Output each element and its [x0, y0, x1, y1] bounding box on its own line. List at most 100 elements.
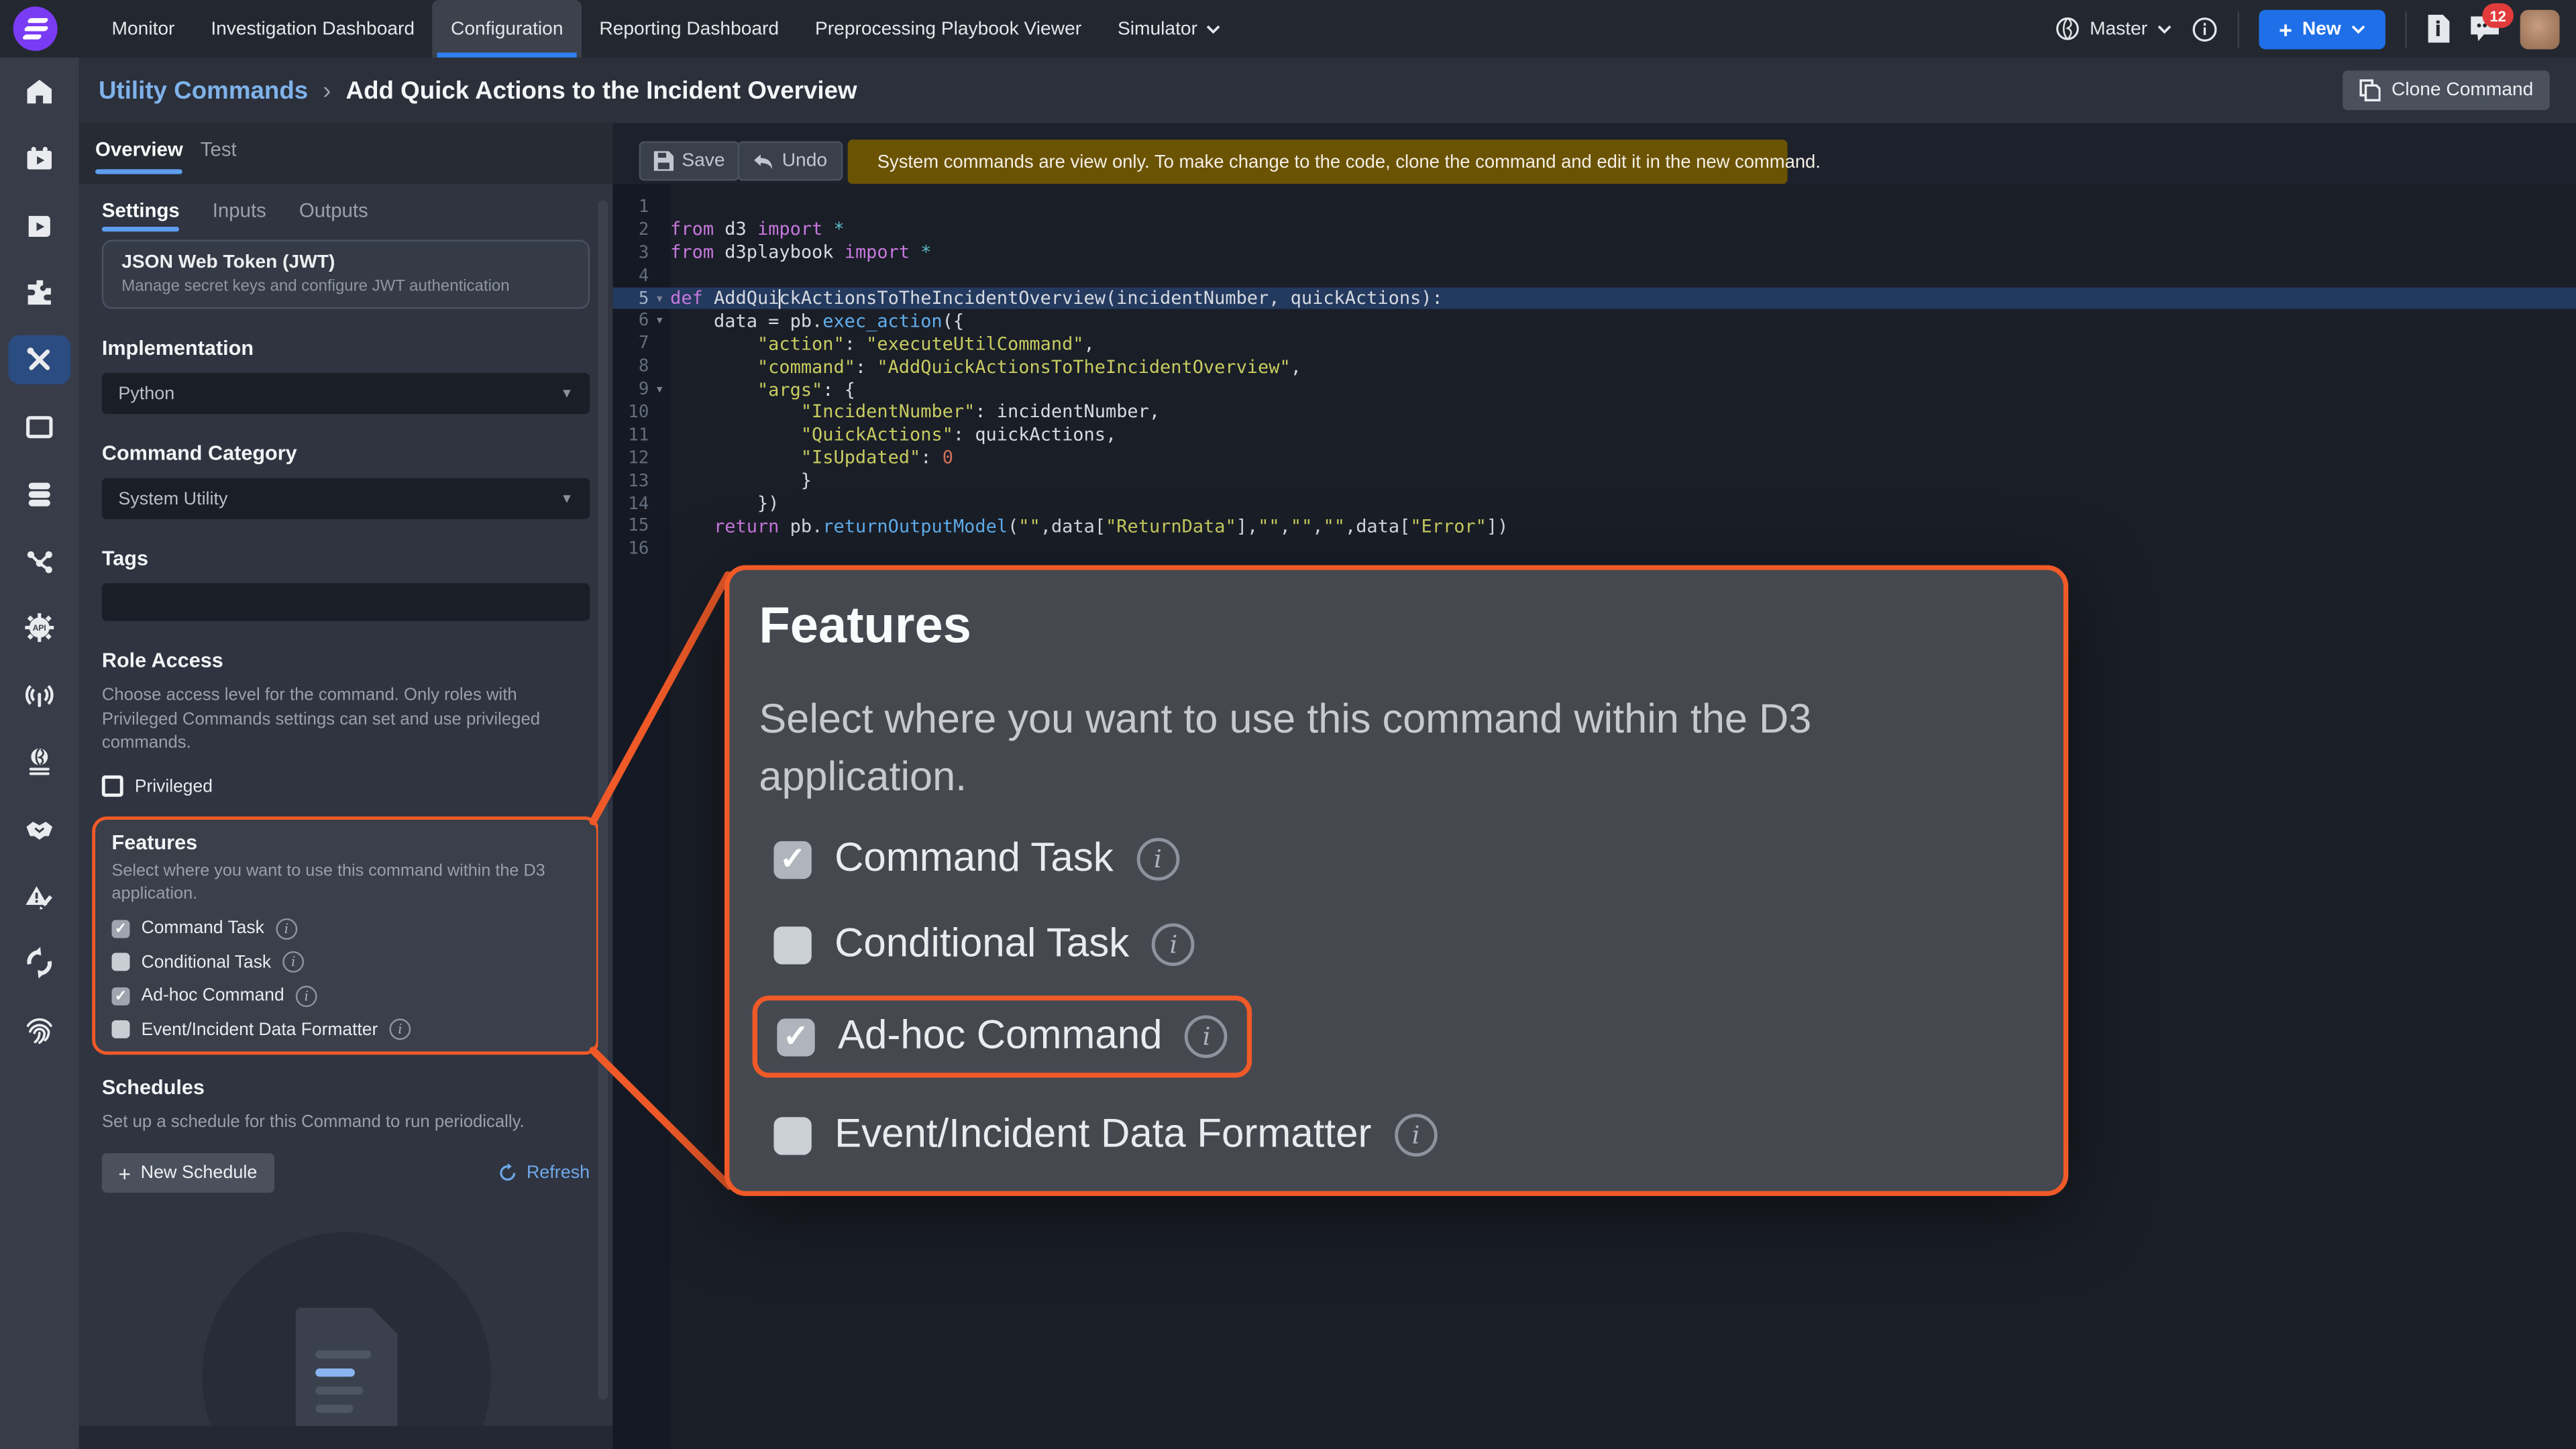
sidebar-item-investigation-board[interactable]: [22, 142, 56, 176]
editor-toolbar-strip: Save Undo System commands are view only.…: [612, 123, 2576, 184]
integrations-icon: [22, 276, 56, 310]
undo-button[interactable]: Undo: [738, 142, 843, 181]
tab-overview[interactable]: Overview: [95, 138, 183, 161]
fold-marker[interactable]: ▾: [649, 315, 670, 328]
notifications-button[interactable]: 12: [2469, 15, 2501, 43]
sidebar-item-broadcast[interactable]: [22, 678, 56, 712]
tab-outputs[interactable]: Outputs: [299, 199, 368, 231]
sidebar-item-incident-edit[interactable]: [22, 879, 56, 913]
panel-scrollbar[interactable]: [598, 201, 608, 1400]
nav-item-reporting-dashboard[interactable]: Reporting Dashboard: [581, 0, 797, 58]
tags-input[interactable]: [102, 583, 590, 621]
tab-settings[interactable]: Settings: [102, 199, 180, 231]
feature-checkbox[interactable]: [112, 920, 130, 938]
breadcrumb-section-link[interactable]: Utility Commands: [99, 76, 308, 105]
sidebar-item-utility-commands[interactable]: [22, 343, 56, 377]
features-section: Features Select where you want to use th…: [92, 816, 600, 1055]
line-number: 2: [612, 220, 649, 239]
code-line-8[interactable]: 8 "command": "AddQuickActionsToTheIncide…: [612, 356, 2576, 378]
user-avatar[interactable]: [2520, 9, 2560, 48]
privileged-checkbox-row: Privileged: [102, 775, 590, 797]
new-schedule-button[interactable]: + New Schedule: [102, 1153, 274, 1193]
code-line-7[interactable]: 7 "action": "executeUtilCommand",: [612, 333, 2576, 356]
sidebar-item-web[interactable]: [22, 745, 56, 780]
d3-logo-icon[interactable]: [13, 7, 58, 51]
code-line-1[interactable]: 1: [612, 195, 2576, 218]
code-line-6[interactable]: 6▾ data = pb.exec_action({: [612, 310, 2576, 333]
fold-marker[interactable]: ▾: [649, 383, 670, 396]
code-text: data = pb.exec_action({: [670, 311, 964, 332]
feature-row: Conditional Taski: [112, 952, 580, 973]
save-button[interactable]: Save: [639, 142, 740, 181]
plus-icon: +: [118, 1161, 131, 1185]
code-line-14[interactable]: 14 }): [612, 492, 2576, 515]
code-line-2[interactable]: 2from d3 import *: [612, 218, 2576, 241]
command-category-select[interactable]: System Utility ▼: [102, 478, 590, 519]
dropdown-arrow-icon: ▼: [560, 386, 573, 401]
privileged-checkbox[interactable]: [102, 775, 123, 797]
sidebar-item-window[interactable]: [22, 410, 56, 444]
info-icon[interactable]: i: [389, 1019, 411, 1040]
sidebar-item-integrations[interactable]: [22, 276, 56, 310]
release-notes-icon[interactable]: [2426, 15, 2449, 43]
code-line-16[interactable]: 16: [612, 538, 2576, 561]
code-line-13[interactable]: 13 }: [612, 470, 2576, 492]
sidebar-item-sync[interactable]: [22, 946, 56, 980]
info-icon[interactable]: i: [296, 985, 317, 1007]
info-icon[interactable]: i: [1185, 1015, 1228, 1058]
code-line-12[interactable]: 12 "IsUpdated": 0: [612, 447, 2576, 470]
overlay-feature-checkbox[interactable]: [777, 1018, 814, 1055]
sidebar-item-playbook-viewer[interactable]: [22, 209, 56, 243]
line-number: 11: [612, 425, 649, 445]
sidebar-item-fingerprint[interactable]: [22, 1013, 56, 1047]
environment-switcher[interactable]: Master: [2055, 16, 2172, 41]
nav-item-monitor[interactable]: Monitor: [94, 0, 193, 58]
info-icon[interactable]: i: [282, 952, 304, 973]
nav-item-simulator[interactable]: Simulator: [1099, 0, 1238, 58]
code-line-15[interactable]: 15 return pb.returnOutputModel("",data["…: [612, 515, 2576, 538]
jwt-card[interactable]: JSON Web Token (JWT) Manage secret keys …: [102, 240, 590, 309]
code-line-4[interactable]: 4: [612, 264, 2576, 286]
new-button[interactable]: + New: [2259, 9, 2385, 48]
feature-checkbox[interactable]: [112, 987, 130, 1006]
code-line-10[interactable]: 10 "IncidentNumber": incidentNumber,: [612, 401, 2576, 424]
nav-item-configuration[interactable]: Configuration: [433, 0, 581, 58]
line-number: 12: [612, 448, 649, 468]
chevron-down-icon: [2157, 24, 2172, 34]
sidebar-item-network[interactable]: [22, 544, 56, 578]
implementation-select[interactable]: Python ▼: [102, 373, 590, 414]
overlay-features-description: Select where you want to use this comman…: [759, 692, 2024, 805]
clone-icon: [2359, 79, 2380, 102]
sidebar-item-api-settings[interactable]: API: [22, 611, 56, 645]
overlay-features-rows: Command TaskiConditional TaskiAd-hoc Com…: [759, 831, 2033, 1163]
fold-marker[interactable]: ▾: [649, 292, 670, 305]
code-line-3[interactable]: 3from d3playbook import *: [612, 241, 2576, 264]
nav-item-investigation-dashboard[interactable]: Investigation Dashboard: [193, 0, 433, 58]
code-text: return pb.returnOutputModel("",data["Ret…: [670, 516, 1508, 537]
code-line-9[interactable]: 9▾ "args": {: [612, 378, 2576, 401]
refresh-link[interactable]: Refresh: [498, 1163, 590, 1183]
feature-checkbox[interactable]: [112, 1021, 130, 1039]
info-icon[interactable]: i: [1395, 1114, 1438, 1157]
code-line-11[interactable]: 11 "QuickActions": quickActions,: [612, 424, 2576, 447]
line-number: 15: [612, 517, 649, 536]
clone-command-button[interactable]: Clone Command: [2343, 70, 2550, 110]
features-rows: Command TaskiConditional TaskiAd-hoc Com…: [112, 918, 580, 1040]
tab-test[interactable]: Test: [201, 138, 237, 161]
info-icon[interactable]: i: [1152, 923, 1195, 966]
nav-item-preprocessing-playbook-viewer[interactable]: Preprocessing Playbook Viewer: [797, 0, 1099, 58]
info-icon[interactable]: i: [276, 918, 297, 940]
overlay-feature-checkbox[interactable]: [773, 1116, 811, 1154]
tab-inputs[interactable]: Inputs: [213, 199, 266, 231]
overlay-feature-checkbox[interactable]: [773, 926, 811, 963]
info-icon[interactable]: i: [1136, 838, 1179, 881]
app-root: Monitor Investigation Dashboard Configur…: [0, 0, 2576, 1449]
sidebar-item-home[interactable]: [22, 74, 56, 109]
sidebar-item-partners[interactable]: [22, 812, 56, 847]
code-text: }): [670, 493, 779, 515]
feature-checkbox[interactable]: [112, 953, 130, 971]
code-line-5[interactable]: 5▾def AddQuickActionsToTheIncidentOvervi…: [612, 287, 2576, 310]
overlay-feature-checkbox[interactable]: [773, 841, 811, 878]
sidebar-item-database[interactable]: [22, 477, 56, 511]
info-icon[interactable]: [2192, 15, 2218, 42]
